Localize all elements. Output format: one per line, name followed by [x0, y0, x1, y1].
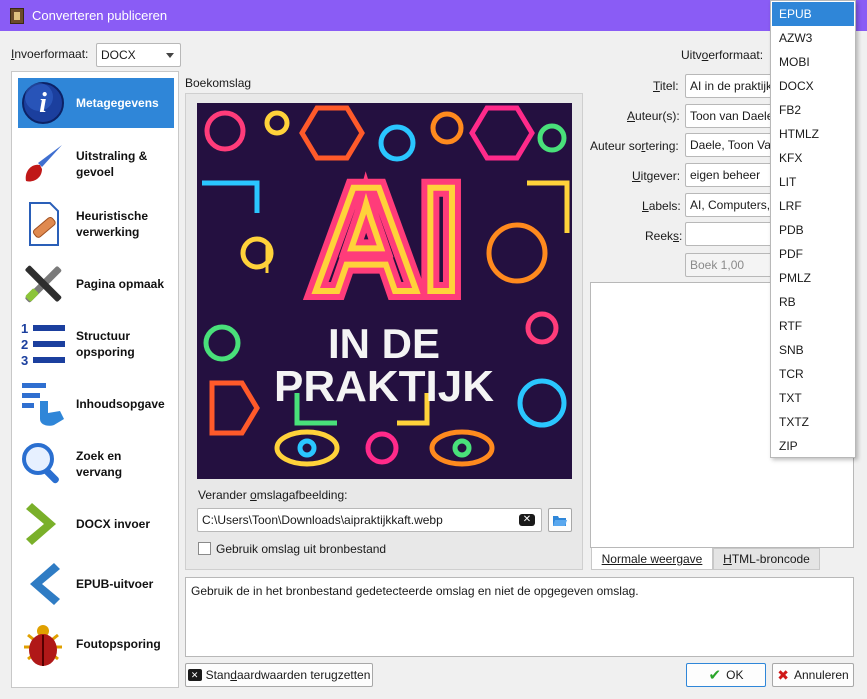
use-source-cover-label: Gebruik omslag uit bronbestand [216, 542, 387, 556]
sidebar-item-label: Metagegevens [76, 96, 159, 110]
sidebar-item-heuristics[interactable]: Heuristische verwerking [18, 199, 174, 249]
chevron-left-icon [18, 559, 68, 609]
format-option[interactable]: FB2 [772, 98, 854, 122]
sidebar-item-structure-detection[interactable]: 123 Structuur opsporing [18, 319, 174, 369]
format-option[interactable]: TCR [772, 362, 854, 386]
cover-art-text-ai-inner: AI [312, 155, 462, 323]
cover-image: AI AI IN DE PRAKTIJK [197, 103, 572, 479]
clear-path-icon[interactable]: ✕ [519, 514, 535, 526]
numbered-list-icon: 123 [18, 319, 68, 369]
tools-icon [18, 259, 68, 309]
folder-open-icon [553, 516, 567, 526]
title-label: Titel: [653, 79, 679, 93]
format-option[interactable]: DOCX [772, 74, 854, 98]
sidebar-item-label: Structuur opsporing [76, 329, 135, 359]
bug-icon [18, 619, 68, 669]
series-input[interactable] [685, 222, 780, 246]
cancel-x-icon: ✖ [777, 666, 789, 683]
tab-normal-view[interactable]: Normale weergave [591, 548, 713, 570]
svg-text:3: 3 [21, 353, 28, 368]
cancel-button[interactable]: ✖ Annuleren [772, 663, 854, 687]
series-index-spinbox[interactable]: Boek 1,00 [685, 253, 780, 277]
info-icon: i [18, 78, 68, 128]
sidebar-item-label: Heuristische verwerking [76, 209, 149, 239]
sidebar-item-label: DOCX invoer [76, 517, 151, 531]
tab-html-source[interactable]: H TML-broncode [713, 548, 820, 570]
browse-cover-button[interactable] [548, 508, 572, 532]
format-option[interactable]: HTMLZ [772, 122, 854, 146]
format-option[interactable]: TXT [772, 386, 854, 410]
output-format-label: Uitvoerformaat: [681, 48, 764, 62]
chevron-down-icon [166, 53, 174, 58]
sidebar-item-look-and-feel[interactable]: Uitstraling & gevoel [18, 139, 174, 189]
tags-label: Labels: [642, 199, 681, 213]
window-title: Converteren publiceren [32, 8, 168, 23]
format-option[interactable]: LRF [772, 194, 854, 218]
cover-art-text-praktijk: PRAKTIJK [274, 362, 494, 411]
format-option[interactable]: AZW3 [772, 26, 854, 50]
sidebar-item-page-setup[interactable]: Pagina opmaak [18, 259, 174, 309]
format-option[interactable]: RB [772, 290, 854, 314]
sidebar-item-label: Foutopsporing [76, 637, 161, 651]
chevron-right-icon [18, 499, 68, 549]
format-option[interactable]: LIT [772, 170, 854, 194]
cover-path-input[interactable]: C:\Users\Toon\Downloads\aipraktijkkaft.w… [197, 508, 542, 532]
format-option[interactable]: ZIP [772, 434, 854, 458]
clear-icon: ✕ [187, 669, 202, 681]
sidebar-item-label: Uitstraling & gevoel [76, 149, 148, 179]
publisher-input[interactable]: eigen beheer [685, 163, 780, 187]
author-sort-label: Auteur sortering: [590, 139, 679, 153]
sidebar-item-label: Inhoudsopgave [76, 397, 165, 411]
sidebar-item-label: EPUB-uitvoer [76, 577, 154, 591]
sidebar-item-search-replace[interactable]: Zoek en vervang [18, 439, 174, 489]
author-sort-input[interactable]: Daele, Toon Van [685, 133, 780, 157]
svg-text:1: 1 [21, 321, 28, 336]
svg-text:2: 2 [21, 337, 28, 352]
cover-art-text-in-de: IN DE [328, 320, 440, 367]
restore-defaults-button[interactable]: ✕ Stan d aardwaarden terugzetten [185, 663, 373, 687]
toc-pointer-icon [18, 379, 68, 429]
cover-section-label: Boekomslag [185, 76, 252, 90]
document-bandage-icon [18, 199, 68, 249]
sidebar-item-label: Pagina opmaak [76, 277, 165, 291]
help-text: Gebruik de in het bronbestand gedetectee… [191, 584, 639, 598]
format-option[interactable]: RTF [772, 314, 854, 338]
calibre-app-icon [10, 7, 24, 24]
format-option[interactable]: SNB [772, 338, 854, 362]
format-option[interactable]: MOBI [772, 50, 854, 74]
input-format-select[interactable]: DOCX [96, 43, 181, 67]
format-option[interactable]: TXTZ [772, 410, 854, 434]
format-option[interactable]: PDB [772, 218, 854, 242]
output-format-dropdown-list[interactable]: EPUB AZW3 MOBI DOCX FB2 HTMLZ KFX LIT LR… [770, 0, 856, 458]
magnifier-icon [18, 439, 68, 489]
format-option[interactable]: PMLZ [772, 266, 854, 290]
sidebar-item-epub-output[interactable]: EPUB-uitvoer [18, 559, 174, 609]
change-cover-label: Verander omslagafbeelding: [198, 488, 348, 502]
help-text-box: Gebruik de in het bronbestand gedetectee… [185, 577, 854, 657]
sidebar-item-toc[interactable]: Inhoudsopgave [18, 379, 174, 429]
format-option[interactable]: EPUB [772, 2, 854, 26]
checkmark-icon: ✔ [708, 667, 722, 684]
author-input[interactable]: Toon van Daele [685, 104, 780, 128]
author-label: Auteur(s): [627, 109, 680, 123]
title-input[interactable]: AI in de praktijk [685, 74, 780, 98]
format-option[interactable]: PDF [772, 242, 854, 266]
svg-text:i: i [39, 88, 47, 119]
sidebar-item-debug[interactable]: Foutopsporing [18, 619, 174, 669]
sidebar-item-metadata[interactable]: i Metagegevens [18, 78, 174, 128]
series-label: Reeks: [645, 229, 683, 243]
title-bar: Converteren publiceren [0, 0, 867, 31]
input-format-label: Invoerformaat: [11, 47, 89, 61]
use-source-cover-checkbox[interactable] [198, 542, 211, 555]
publisher-label: Uitgever: [632, 169, 681, 183]
tags-input[interactable]: AI, Computers, [685, 193, 780, 217]
sidebar-item-label: Zoek en vervang [76, 449, 123, 479]
sidebar: i Metagegevens Uitstraling & gevoel Heur… [11, 71, 179, 688]
sidebar-item-docx-input[interactable]: DOCX invoer [18, 499, 174, 549]
paintbrush-icon [18, 139, 68, 189]
ok-button[interactable]: ✔ OK [686, 663, 766, 687]
format-option[interactable]: KFX [772, 146, 854, 170]
